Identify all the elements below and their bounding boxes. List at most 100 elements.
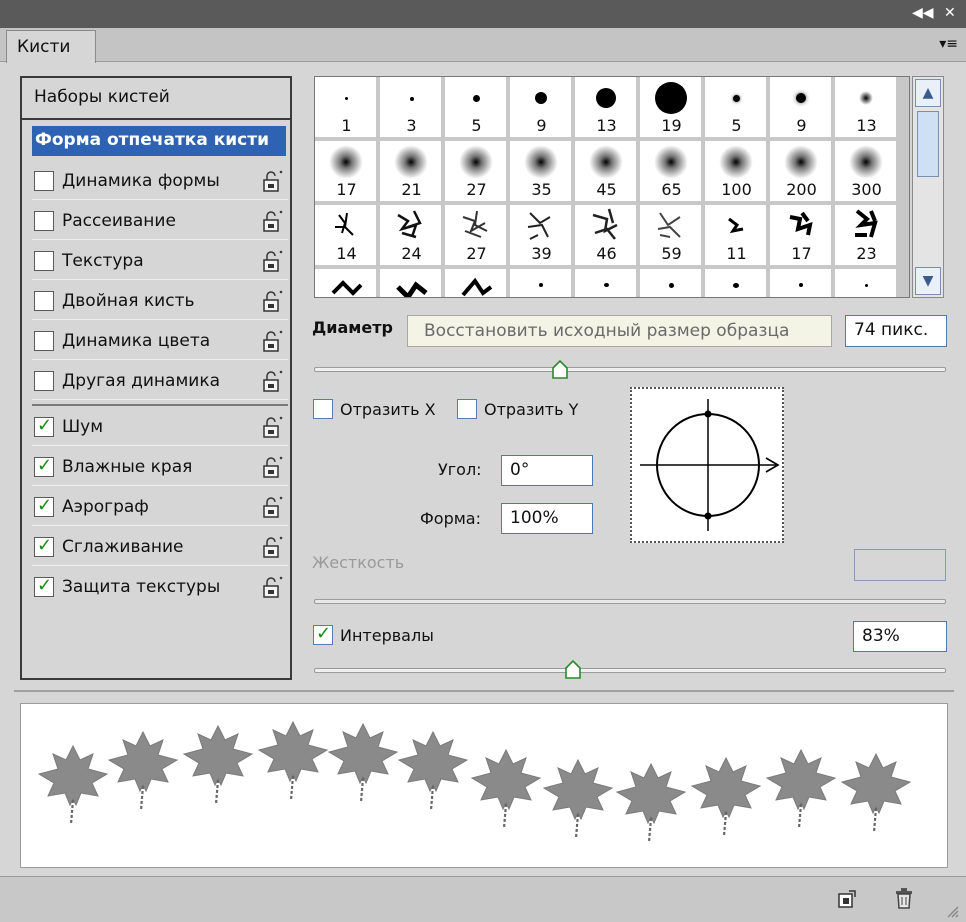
angle-diagram[interactable] <box>632 389 782 541</box>
brush-tip-shape-item[interactable]: Форма отпечатка кисти <box>32 126 286 156</box>
brush-tip-cell[interactable]: 17 <box>770 205 833 267</box>
option-scattering[interactable]: Рассеивание <box>32 204 288 240</box>
lock-icon[interactable] <box>262 369 284 393</box>
option-other-dynamics[interactable]: Другая динамика <box>32 364 288 400</box>
lock-icon[interactable] <box>262 249 284 273</box>
brush-tip-cell[interactable]: 35 <box>510 141 573 203</box>
option-checkbox[interactable] <box>34 575 54 597</box>
option-texture[interactable]: Текстура <box>32 244 288 280</box>
brush-tip-cell[interactable] <box>315 269 378 297</box>
new-preset-icon[interactable] <box>837 889 857 909</box>
lock-icon[interactable] <box>262 169 284 193</box>
angle-roundness-preview[interactable] <box>630 387 784 543</box>
option-noise[interactable]: Шум <box>32 410 288 446</box>
scroll-up-icon[interactable]: ▲ <box>915 79 941 107</box>
brush-tip-cell[interactable]: 13 <box>575 77 638 139</box>
scroll-down-icon[interactable]: ▼ <box>915 267 941 295</box>
brush-tip-cell[interactable]: 27 <box>445 141 508 203</box>
lock-icon[interactable] <box>262 455 284 479</box>
brush-tip-cell[interactable]: 24 <box>380 205 443 267</box>
spacing-checkbox[interactable] <box>313 623 333 645</box>
option-checkbox[interactable] <box>34 455 54 477</box>
resize-grip-icon[interactable] <box>944 903 960 919</box>
lock-icon[interactable] <box>262 289 284 313</box>
option-checkbox[interactable] <box>34 171 54 191</box>
lock-icon[interactable] <box>262 329 284 353</box>
brush-tip-cell[interactable]: 300 <box>835 141 898 203</box>
tab-brushes[interactable]: Кисти <box>6 30 96 63</box>
brush-tip-cell[interactable] <box>380 269 443 297</box>
diameter-slider-thumb[interactable] <box>551 360 569 380</box>
brush-tip-cell[interactable] <box>705 269 768 297</box>
option-color-dynamics[interactable]: Динамика цвета <box>32 324 288 360</box>
brush-presets-button[interactable]: Наборы кистей <box>22 78 290 120</box>
brush-tip-cell[interactable] <box>770 269 833 297</box>
brush-tip-cell[interactable]: 3 <box>380 77 443 139</box>
roundness-field[interactable]: 100% <box>501 503 593 534</box>
lock-icon[interactable] <box>262 495 284 519</box>
option-checkbox[interactable] <box>34 415 54 437</box>
brush-tip-cell[interactable]: 13 <box>835 77 898 139</box>
diameter-slider-track[interactable] <box>314 367 946 372</box>
option-protect-texture[interactable]: Защита текстуры <box>32 570 288 606</box>
brush-tip-cell[interactable] <box>640 269 703 297</box>
lock-icon[interactable] <box>262 575 284 599</box>
brush-tip-cell[interactable]: 9 <box>770 77 833 139</box>
scroll-thumb[interactable] <box>917 111 939 177</box>
spacing-field[interactable]: 83% <box>853 621 947 652</box>
trash-icon[interactable] <box>893 885 915 911</box>
flip-x-checkbox[interactable] <box>313 399 333 419</box>
brush-tip-cell[interactable] <box>835 269 898 297</box>
brush-tip-cell[interactable]: 200 <box>770 141 833 203</box>
brush-tip-cell[interactable]: 23 <box>835 205 898 267</box>
hardness-field[interactable] <box>854 549 946 581</box>
flip-y-checkbox[interactable] <box>457 399 477 419</box>
brush-tip-cell[interactable]: 17 <box>315 141 378 203</box>
brush-tip-cell[interactable] <box>510 269 573 297</box>
diameter-field[interactable]: 74 пикс. <box>845 315 947 347</box>
option-checkbox[interactable] <box>34 331 54 351</box>
brush-tip-cell[interactable]: 39 <box>510 205 573 267</box>
brush-tip-cell[interactable]: 21 <box>380 141 443 203</box>
brush-tip-cell[interactable]: 19 <box>640 77 703 139</box>
brush-tip-cell[interactable] <box>575 269 638 297</box>
close-icon[interactable]: ✕ <box>944 5 956 21</box>
option-wet-edges[interactable]: Влажные края <box>32 450 288 486</box>
option-airbrush[interactable]: Аэрограф <box>32 490 288 526</box>
brush-tip-cell[interactable]: 5 <box>705 77 768 139</box>
option-shape-dynamics[interactable]: Динамика формы <box>32 164 288 200</box>
brush-tip-cell[interactable]: 9 <box>510 77 573 139</box>
option-smoothing[interactable]: Сглаживание <box>32 530 288 566</box>
option-checkbox[interactable] <box>34 291 54 311</box>
spacing-slider-track[interactable] <box>314 668 946 673</box>
lock-icon[interactable] <box>262 535 284 559</box>
brush-tip-cell[interactable]: 1 <box>315 77 378 139</box>
reset-size-tooltip[interactable]: Восстановить исходный размер образца <box>407 315 832 347</box>
brush-tip-cell[interactable]: 5 <box>445 77 508 139</box>
brush-grid-scrollbar[interactable]: ▲ ▼ <box>912 76 944 298</box>
option-checkbox[interactable] <box>34 251 54 271</box>
angle-field[interactable]: 0° <box>501 455 593 486</box>
leaf-stamp <box>615 762 687 844</box>
brush-tip-cell[interactable]: 14 <box>315 205 378 267</box>
brush-tip-cell[interactable]: 59 <box>640 205 703 267</box>
hardness-slider-track[interactable] <box>314 599 946 604</box>
option-checkbox[interactable] <box>34 535 54 557</box>
brush-tip-cell[interactable]: 100 <box>705 141 768 203</box>
brush-tip-cell[interactable]: 46 <box>575 205 638 267</box>
brush-tip-cell[interactable]: 27 <box>445 205 508 267</box>
brush-tip-cell[interactable]: 45 <box>575 141 638 203</box>
option-checkbox[interactable] <box>34 371 54 391</box>
panel-menu-icon[interactable]: ▾≡ <box>939 36 958 52</box>
option-dual-brush[interactable]: Двойная кисть <box>32 284 288 320</box>
brush-tip-grid[interactable]: 1 3 5 9 13 19 5 9 13 17 21 27 35 45 65 1… <box>314 76 910 298</box>
option-checkbox[interactable] <box>34 211 54 231</box>
spacing-slider-thumb[interactable] <box>564 660 582 680</box>
brush-tip-cell[interactable]: 65 <box>640 141 703 203</box>
lock-icon[interactable] <box>262 415 284 439</box>
option-checkbox[interactable] <box>34 495 54 517</box>
lock-icon[interactable] <box>262 209 284 233</box>
collapse-icon[interactable]: ◀◀ <box>912 5 934 21</box>
brush-tip-cell[interactable] <box>445 269 508 297</box>
brush-tip-cell[interactable]: 11 <box>705 205 768 267</box>
